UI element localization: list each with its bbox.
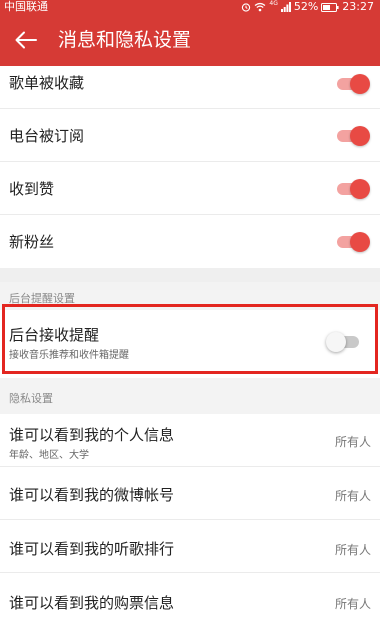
section-header-label: 隐私设置 xyxy=(9,392,53,405)
section-gap xyxy=(0,268,380,282)
privacy-row-ticket-info[interactable]: 谁可以看到我的购票信息 所有人 xyxy=(0,573,380,624)
clock-time: 23:27 xyxy=(342,0,374,13)
back-button[interactable] xyxy=(12,26,40,54)
alarm-icon xyxy=(241,2,251,12)
section-header-privacy: 隐私设置 xyxy=(0,378,380,414)
privacy-description: 年龄、地区、大学 xyxy=(9,450,89,461)
app-bar: 消息和隐私设置 xyxy=(0,14,380,66)
highlight-box xyxy=(2,304,378,374)
setting-row-likes-received[interactable]: 收到赞 xyxy=(0,162,380,215)
toggle-switch[interactable] xyxy=(334,74,370,94)
privacy-value: 所有人 xyxy=(334,489,371,503)
privacy-label: 谁可以看到我的听歌排行 xyxy=(9,540,175,558)
privacy-label: 谁可以看到我的个人信息 xyxy=(9,426,175,444)
status-icons: 4G 52% 23:27 xyxy=(241,0,374,14)
setting-label: 新粉丝 xyxy=(9,233,55,251)
toggle-switch[interactable] xyxy=(334,232,370,252)
setting-row-playlist-collected[interactable]: 歌单被收藏 xyxy=(0,66,380,109)
battery-percent: 52% xyxy=(293,0,319,13)
privacy-row-weibo-account[interactable]: 谁可以看到我的微博帐号 所有人 xyxy=(0,467,380,520)
setting-row-new-followers[interactable]: 新粉丝 xyxy=(0,215,380,268)
privacy-value: 所有人 xyxy=(334,543,371,557)
privacy-row-listening-ranking[interactable]: 谁可以看到我的听歌排行 所有人 xyxy=(0,520,380,573)
status-bar: 中国联通 4G 52% 23:27 xyxy=(0,0,380,14)
setting-label: 歌单被收藏 xyxy=(9,74,85,92)
arrow-left-icon xyxy=(15,31,37,49)
signal-icon xyxy=(280,2,291,12)
battery-icon xyxy=(321,2,339,12)
privacy-label: 谁可以看到我的微博帐号 xyxy=(9,486,175,504)
network-type-label: 4G xyxy=(269,0,278,7)
privacy-row-personal-info[interactable]: 谁可以看到我的个人信息 年龄、地区、大学 所有人 xyxy=(0,414,380,467)
setting-row-radio-subscribed[interactable]: 电台被订阅 xyxy=(0,109,380,162)
privacy-value: 所有人 xyxy=(334,435,371,449)
toggle-switch[interactable] xyxy=(334,126,370,146)
carrier-name: 中国联通 xyxy=(4,0,48,13)
privacy-value: 所有人 xyxy=(334,597,371,611)
privacy-label: 谁可以看到我的购票信息 xyxy=(9,594,175,612)
toggle-switch[interactable] xyxy=(334,179,370,199)
wifi-icon xyxy=(254,2,266,12)
setting-label: 收到赞 xyxy=(9,180,55,198)
page-title: 消息和隐私设置 xyxy=(58,29,192,51)
setting-label: 电台被订阅 xyxy=(9,127,85,145)
